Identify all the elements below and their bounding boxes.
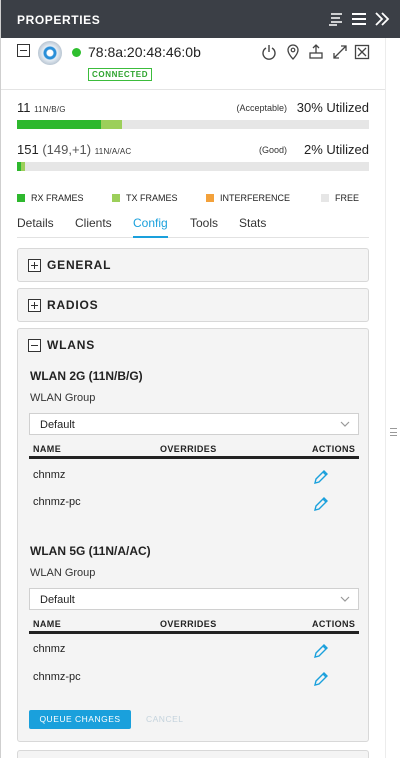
queue-changes-button[interactable]: QUEUE CHANGES — [29, 710, 131, 729]
column-overrides: OVERRIDES — [160, 619, 217, 629]
band-5g-label: 151 (149,+1) 11N/A/AC — [17, 142, 131, 157]
usage-segment-rx — [17, 120, 101, 129]
tab-clients[interactable]: Clients — [75, 216, 112, 238]
scrollbar-grip[interactable] — [390, 428, 397, 436]
tab-stats[interactable]: Stats — [239, 216, 266, 238]
usage-legend: RX FRAMES TX FRAMES INTERFERENCE FREE — [17, 193, 369, 205]
column-overrides: OVERRIDES — [160, 444, 217, 454]
band-2g-mode: 11N/B/G — [34, 105, 66, 114]
band-2g-label: 11 11N/B/G — [17, 100, 66, 115]
chevron-down-icon — [340, 596, 350, 602]
chevron-down-icon — [340, 421, 350, 427]
legend-rx: RX FRAMES — [17, 193, 84, 203]
band-2g-channel: 11 — [17, 100, 31, 115]
device-mac: 78:8a:20:48:46:0b — [88, 44, 201, 60]
tab-tools[interactable]: Tools — [190, 216, 218, 238]
close-icon[interactable] — [354, 44, 370, 60]
tab-details[interactable]: Details — [17, 216, 54, 238]
table-row: chnmz — [29, 639, 359, 665]
tab-config[interactable]: Config — [133, 216, 168, 238]
band-5g-mode: 11N/A/AC — [94, 147, 132, 156]
network-icon[interactable] — [308, 44, 324, 60]
collapse-panel-icon[interactable] — [373, 10, 391, 28]
section-general[interactable]: GENERAL — [17, 248, 369, 282]
wlan-5g-group-label: WLAN Group — [30, 567, 96, 579]
section-general-title: GENERAL — [47, 258, 112, 272]
device-collapse-toggle[interactable] — [17, 44, 30, 57]
section-wlans: WLANS WLAN 2G (11N/B/G) WLAN Group Defau… — [17, 328, 369, 742]
wlan-5g-group-value: Default — [40, 594, 75, 606]
status-dot — [72, 48, 81, 57]
expand-general-icon[interactable] — [28, 259, 41, 272]
panel-title: PROPERTIES — [17, 13, 101, 27]
wlan-5g-group-select[interactable]: Default — [29, 588, 359, 610]
column-name: NAME — [33, 619, 62, 629]
band-5g-channel: 151 — [17, 142, 39, 157]
expand-radios-icon[interactable] — [28, 299, 41, 312]
edit-pencil-icon[interactable] — [313, 496, 329, 512]
band-2g-usage-bar — [17, 120, 369, 129]
power-icon[interactable] — [261, 44, 277, 60]
properties-panel: PROPERTIES 78:8a:20:48:46:0b CONNECTED 1… — [0, 0, 400, 758]
wlan-name: chnmz-pc — [33, 671, 81, 683]
edit-pencil-icon[interactable] — [313, 671, 329, 687]
menu-icon[interactable] — [350, 10, 368, 28]
band-5g-extra: (149,+1) — [42, 142, 92, 157]
band-2g-utilization: 30% Utilized — [296, 100, 369, 115]
usage-segment-tx — [101, 120, 122, 129]
wlan-name: chnmz — [33, 469, 66, 481]
wlan-2g-group-select[interactable]: Default — [29, 413, 359, 435]
wlan-5g-table-header: NAME OVERRIDES ACTIONS — [29, 618, 359, 634]
edit-pencil-icon[interactable] — [313, 643, 329, 659]
collapse-wlans-icon[interactable] — [28, 339, 41, 352]
cancel-button[interactable]: CANCEL — [146, 710, 183, 729]
edit-pencil-icon[interactable] — [313, 469, 329, 485]
wlan-name: chnmz — [33, 643, 66, 655]
band-5g-utilization: 2% Utilized — [303, 142, 369, 157]
legend-free: FREE — [321, 193, 359, 203]
wlan-2g-title: WLAN 2G (11N/B/G) — [30, 369, 143, 383]
band-5g-usage-bar — [17, 162, 369, 171]
band-2g-quality: (Acceptable) — [236, 103, 287, 113]
table-row: chnmz — [29, 465, 359, 491]
table-row: chnmz-pc — [29, 667, 359, 693]
legend-interference: INTERFERENCE — [206, 193, 290, 203]
list-view-icon[interactable] — [327, 10, 345, 28]
section-next[interactable] — [17, 750, 369, 758]
scrollbar[interactable] — [385, 38, 400, 758]
wlan-2g-table-header: NAME OVERRIDES ACTIONS — [29, 443, 359, 459]
device-icon — [38, 41, 62, 65]
expand-icon[interactable] — [332, 44, 348, 60]
wlan-2g-group-label: WLAN Group — [30, 392, 96, 404]
location-icon[interactable] — [285, 44, 301, 60]
column-actions: ACTIONS — [312, 619, 356, 629]
status-badge: CONNECTED — [88, 68, 153, 81]
section-wlans-title: WLANS — [47, 338, 95, 352]
wlan-5g-title: WLAN 5G (11N/A/AC) — [30, 544, 151, 558]
wlan-name: chnmz-pc — [33, 496, 81, 508]
column-actions: ACTIONS — [312, 444, 356, 454]
table-row: chnmz-pc — [29, 492, 359, 518]
band-5g-quality: (Good) — [258, 145, 287, 155]
properties-tabs: Details Clients Config Tools Stats — [17, 216, 369, 238]
usage-segment-tx — [21, 162, 25, 171]
section-radios-title: RADIOS — [47, 298, 99, 312]
legend-tx: TX FRAMES — [112, 193, 178, 203]
section-radios[interactable]: RADIOS — [17, 288, 369, 322]
wlan-2g-group-value: Default — [40, 419, 75, 431]
properties-header: PROPERTIES — [1, 0, 400, 38]
column-name: NAME — [33, 444, 62, 454]
